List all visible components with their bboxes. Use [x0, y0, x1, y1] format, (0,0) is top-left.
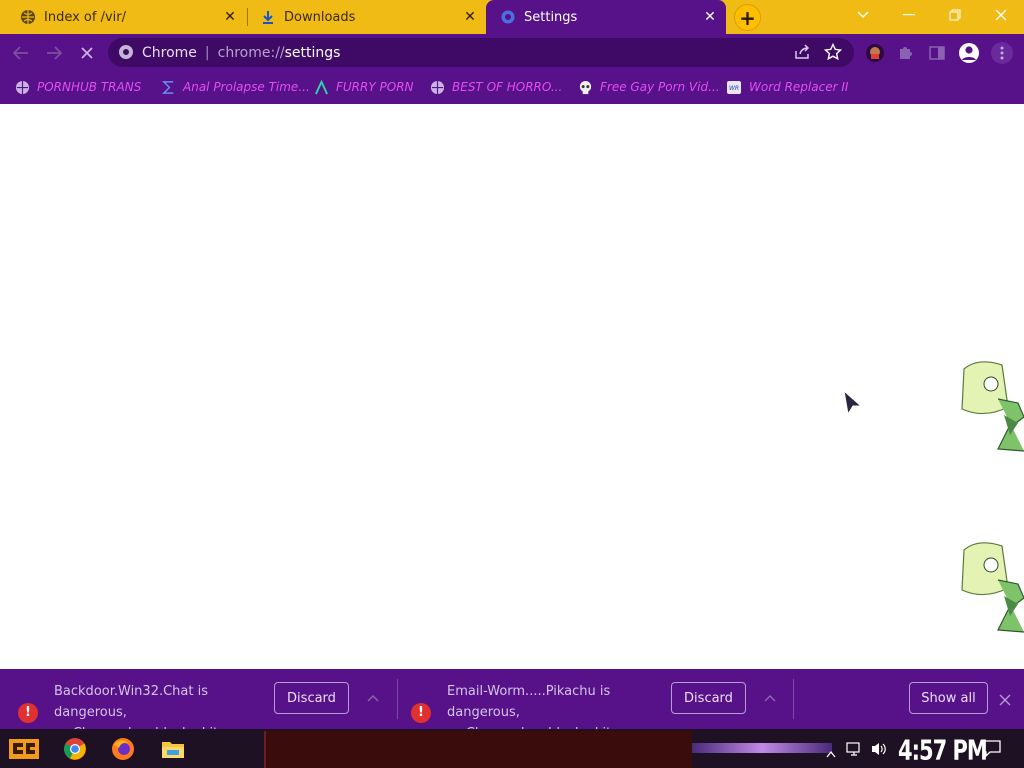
mouse-cursor-icon [843, 390, 863, 416]
shelf-separator [793, 679, 794, 719]
globe-icon [20, 9, 36, 25]
sigma-icon [160, 79, 176, 95]
forward-button[interactable] [41, 40, 67, 66]
peridot-character-icon [961, 542, 1024, 633]
svg-text:WR: WR [729, 85, 739, 92]
close-window-button[interactable] [978, 0, 1024, 30]
network-icon[interactable] [846, 741, 864, 761]
tab-settings[interactable]: Settings ✕ [486, 0, 726, 34]
tray-overflow-chevron-icon[interactable] [826, 743, 836, 762]
share-icon[interactable] [794, 44, 812, 64]
action-center-icon[interactable] [983, 740, 1001, 761]
globe-icon [429, 79, 445, 95]
peridot-character-icon [961, 361, 1024, 452]
chevron-up-icon[interactable] [367, 691, 379, 705]
bookmark-label: BEST OF HORRO... [452, 80, 563, 94]
bookmark-label: FURRY PORN [336, 80, 414, 94]
address-bar[interactable]: Chrome | chrome://settings [108, 38, 854, 67]
chevron-up-icon[interactable] [764, 691, 776, 705]
bookmark-label: PORNHUB TRANS [37, 80, 142, 94]
discard-button[interactable]: Discard [671, 682, 746, 714]
bookmark-label: Free Gay Porn Vid... [600, 80, 720, 94]
profile-icon[interactable] [958, 42, 980, 64]
url-scheme: chrome:// [217, 44, 285, 61]
new-tab-button[interactable]: + [734, 4, 761, 31]
stop-loading-button[interactable] [74, 40, 100, 66]
taskbar: 4:57 PM [0, 729, 1024, 768]
browser-toolbar: Chrome | chrome://settings [0, 34, 1024, 70]
globe-icon [14, 79, 30, 95]
bookmarks-bar: PORNHUB TRANS Anal Prolapse Time... FURR… [0, 70, 1024, 104]
extensions-puzzle-icon[interactable] [895, 42, 917, 64]
tab-title: Settings [524, 9, 578, 25]
page-content [0, 104, 1024, 669]
bookmark-item[interactable]: Anal Prolapse Time... [160, 78, 310, 96]
file-explorer-taskbar-icon[interactable] [156, 733, 190, 765]
shelf-separator [397, 679, 398, 719]
extension-avatar-icon[interactable] [864, 42, 886, 64]
bookmark-item[interactable]: WR Word Replacer II [726, 78, 848, 96]
tab-title: Downloads [284, 9, 356, 25]
taskbar-clock[interactable]: 4:57 PM [898, 735, 988, 766]
bookmark-label: Anal Prolapse Time... [183, 80, 310, 94]
chrome-taskbar-icon[interactable] [58, 733, 92, 765]
taskbar-window-preview[interactable] [264, 731, 692, 768]
tab-index-of-vir[interactable]: Index of /vir/ ✕ [0, 0, 246, 34]
show-all-button[interactable]: Show all [909, 682, 988, 714]
tab-search-chevron-icon[interactable] [840, 0, 886, 30]
download-icon [260, 9, 276, 25]
menu-kebab-icon[interactable] [991, 42, 1013, 64]
settings-gear-icon [500, 9, 516, 25]
skull-icon [577, 79, 593, 95]
tab-downloads[interactable]: Downloads ✕ [248, 0, 486, 34]
tab-close-icon[interactable]: ✕ [222, 9, 238, 25]
download-shelf: ! Backdoor.Win32.Chat is dangerous, so C… [0, 669, 1024, 741]
tab-title: Index of /vir/ [44, 9, 126, 25]
lambda-icon [313, 79, 329, 95]
tab-strip: Index of /vir/ ✕ Downloads ✕ Settings ✕ … [0, 0, 1024, 34]
taskbar-decoration-bar [692, 743, 832, 753]
restore-button[interactable] [932, 0, 978, 30]
discard-button[interactable]: Discard [274, 682, 349, 714]
tab-close-icon[interactable]: ✕ [702, 9, 718, 25]
side-panel-icon[interactable] [926, 42, 948, 64]
bookmark-item[interactable]: PORNHUB TRANS [14, 78, 141, 96]
tab-close-icon[interactable]: ✕ [462, 9, 478, 25]
close-shelf-icon[interactable] [999, 691, 1011, 710]
bookmark-item[interactable]: Free Gay Porn Vid... [577, 78, 720, 96]
volume-icon[interactable] [870, 741, 888, 761]
back-button[interactable] [8, 40, 34, 66]
word-replacer-icon: WR [726, 79, 742, 95]
omnibox-divider: | [204, 44, 210, 61]
site-label: Chrome [142, 44, 197, 61]
danger-warning-icon: ! [18, 702, 38, 723]
firefox-taskbar-icon[interactable] [106, 733, 140, 765]
minimize-button[interactable] [886, 0, 932, 30]
bookmark-label: Word Replacer II [749, 80, 849, 94]
chrome-logo-icon [118, 44, 134, 64]
start-button[interactable] [4, 733, 44, 765]
bookmark-item[interactable]: FURRY PORN [313, 78, 414, 96]
danger-warning-icon: ! [411, 702, 431, 723]
bookmark-item[interactable]: BEST OF HORRO... [429, 78, 562, 96]
bookmark-star-icon[interactable] [823, 42, 843, 65]
url-path: settings [284, 44, 341, 61]
